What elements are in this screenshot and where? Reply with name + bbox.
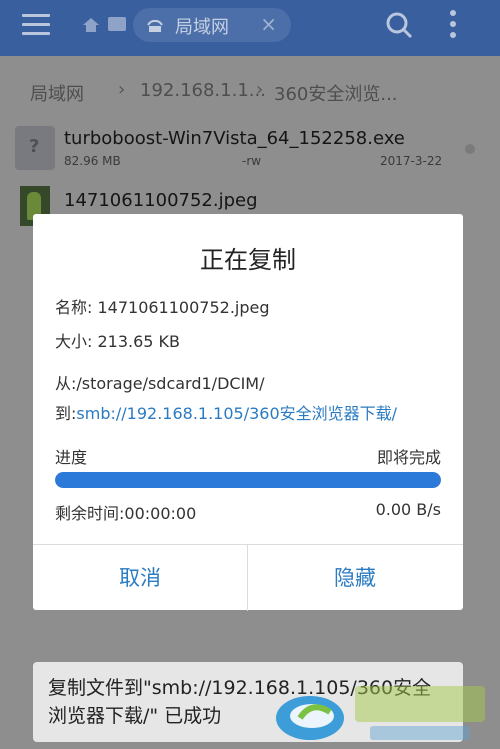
breadcrumb-item-folder[interactable]: 360安全浏览...	[274, 80, 398, 106]
progress-bar	[55, 472, 441, 488]
more-options-icon[interactable]	[450, 10, 458, 42]
breadcrumb: 局域网 › 192.168.1.1... › 360安全浏览...	[0, 64, 500, 118]
chevron-right-icon: ›	[118, 79, 126, 100]
home-icon[interactable]	[82, 16, 100, 34]
top-app-bar: 局域网 ×	[0, 0, 500, 56]
destination-path-line: 到:smb://192.168.1.105/360安全浏览器下载/	[55, 400, 397, 424]
unknown-file-icon: ?	[15, 126, 55, 170]
file-size: 82.96 MB	[64, 154, 121, 168]
folder-icon[interactable]	[108, 17, 126, 31]
search-icon[interactable]	[384, 10, 414, 40]
file-name: turboboost-Win7Vista_64_152258.exe	[64, 128, 405, 149]
site-watermark-logo	[276, 686, 485, 740]
dialog-title: 正在复制	[200, 246, 296, 274]
select-indicator[interactable]	[465, 144, 475, 154]
copy-progress-dialog: 正在复制 名称: 1471061100752.jpeg 大小: 213.65 K…	[33, 214, 463, 611]
source-path-line: 从:/storage/sdcard1/DCIM/	[55, 374, 265, 393]
progress-status: 即将完成	[376, 448, 441, 467]
transfer-speed: 0.00 B/s	[375, 500, 441, 519]
cancel-button[interactable]: 取消	[33, 545, 247, 611]
destination-path: smb://192.168.1.105/360安全浏览器下载/	[76, 404, 398, 423]
dialog-button-row: 取消 隐藏	[33, 544, 463, 611]
menu-icon[interactable]	[22, 14, 50, 38]
remaining-time: 剩余时间:00:00:00	[55, 504, 197, 523]
network-tab-label: 局域网	[175, 17, 229, 38]
hide-button[interactable]: 隐藏	[248, 545, 462, 611]
file-date: 2017-3-22	[380, 154, 443, 168]
progress-bar-fill	[55, 472, 441, 488]
breadcrumb-item-host[interactable]: 192.168.1.1...	[140, 80, 266, 101]
network-icon	[147, 19, 163, 32]
chevron-right-icon: ›	[256, 79, 264, 100]
breadcrumb-item-lan[interactable]: 局域网	[30, 80, 84, 106]
destination-prefix: 到:	[55, 404, 77, 423]
progress-label: 进度	[55, 448, 88, 467]
file-name: 1471061100752.jpeg	[64, 190, 258, 211]
file-name-line: 名称: 1471061100752.jpeg	[55, 298, 270, 317]
file-size-line: 大小: 213.65 KB	[55, 332, 181, 351]
close-icon[interactable]: ×	[260, 12, 277, 36]
network-tab[interactable]: 局域网 ×	[133, 8, 291, 42]
file-permissions: -rw	[242, 154, 262, 168]
list-item[interactable]: ? turboboost-Win7Vista_64_152258.exe 82.…	[0, 122, 500, 178]
